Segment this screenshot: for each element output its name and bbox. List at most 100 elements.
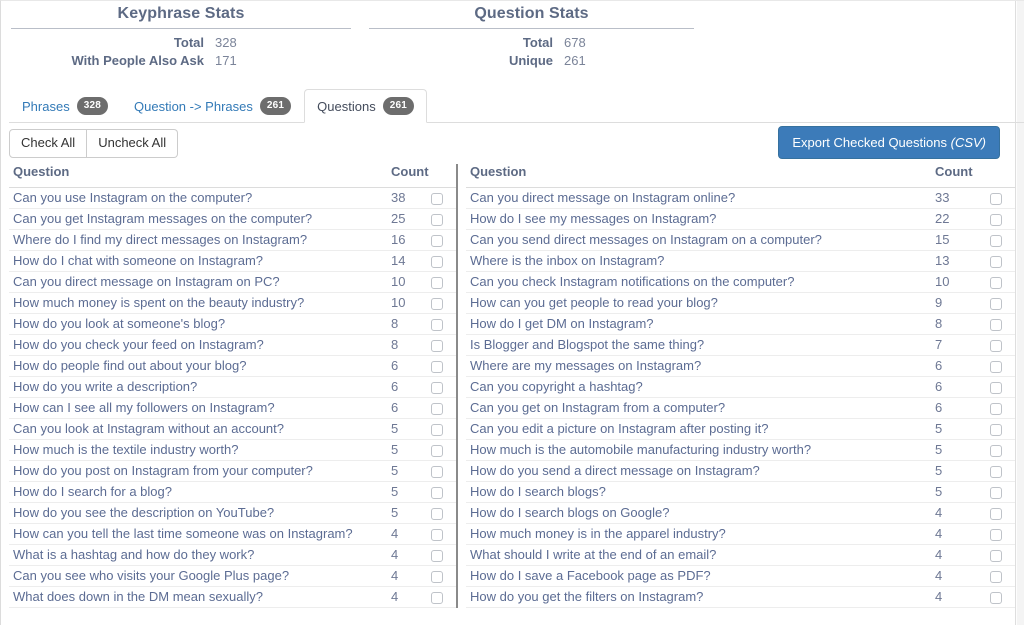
question-checkbox[interactable] [990,444,1002,457]
question-link[interactable]: Can you look at Instagram without an acc… [13,421,284,436]
question-checkbox[interactable] [990,318,1002,331]
question-checkbox[interactable] [990,297,1002,310]
question-link[interactable]: Can you get on Instagram from a computer… [470,400,725,415]
question-checkbox[interactable] [990,213,1002,226]
question-link[interactable]: Can you edit a picture on Instagram afte… [470,421,768,436]
question-link[interactable]: What should I write at the end of an ema… [470,547,716,562]
question-checkbox[interactable] [431,528,443,541]
vertical-scrollbar[interactable] [1015,1,1024,625]
question-checkbox[interactable] [431,570,443,583]
tab-questions[interactable]: Questions 261 [304,89,428,123]
question-checkbox[interactable] [990,423,1002,436]
question-link[interactable]: Can you direct message on Instagram on P… [13,274,280,289]
question-checkbox[interactable] [431,507,443,520]
question-checkbox[interactable] [990,591,1002,604]
stats-label: Total [522,35,553,50]
question-link[interactable]: Where is the inbox on Instagram? [470,253,664,268]
question-checkbox[interactable] [990,528,1002,541]
question-cell: How do people find out about your blog? [9,355,387,377]
tab-phrases[interactable]: Phrases 328 [9,89,121,123]
question-checkbox[interactable] [431,297,443,310]
question-checkbox[interactable] [990,381,1002,394]
question-link[interactable]: How do you post on Instagram from your c… [13,463,313,478]
check-all-button[interactable]: Check All [9,129,88,158]
question-checkbox[interactable] [431,549,443,562]
question-checkbox[interactable] [990,570,1002,583]
question-link[interactable]: How do you check your feed on Instagram? [13,337,264,352]
question-checkbox[interactable] [431,339,443,352]
question-link[interactable]: How do you look at someone's blog? [13,316,225,331]
question-checkbox[interactable] [990,339,1002,352]
question-cell: Is good day a formal greeting? [466,607,931,608]
question-link[interactable]: Can you send direct messages on Instagra… [470,232,822,247]
question-checkbox[interactable] [990,465,1002,478]
question-checkbox[interactable] [990,234,1002,247]
question-link[interactable]: What is a hashtag and how do they work? [13,547,254,562]
question-link[interactable]: How do I see my messages on Instagram? [470,211,716,226]
question-checkbox[interactable] [431,192,443,205]
question-link[interactable]: Can you use Instagram on the computer? [13,190,252,205]
question-checkbox[interactable] [431,423,443,436]
question-link[interactable]: Where are my messages on Instagram? [470,358,701,373]
question-checkbox[interactable] [431,591,443,604]
question-link[interactable]: How do you write a description? [13,379,197,394]
question-link[interactable]: Can you see who visits your Google Plus … [13,568,289,583]
question-checkbox[interactable] [990,486,1002,499]
question-checkbox[interactable] [431,402,443,415]
question-checkbox[interactable] [990,507,1002,520]
question-checkbox[interactable] [431,213,443,226]
question-link[interactable]: How can you get people to read your blog… [470,295,718,310]
question-link[interactable]: Can you get Instagram messages on the co… [13,211,312,226]
question-checkbox[interactable] [990,360,1002,373]
question-checkbox[interactable] [431,360,443,373]
header-checkbox [427,164,456,188]
count-cell: 6 [387,376,427,398]
question-link[interactable]: Can you check Instagram notifications on… [470,274,794,289]
question-link[interactable]: How much money is spent on the beauty in… [13,295,304,310]
question-link[interactable]: How do I chat with someone on Instagram? [13,253,263,268]
question-link[interactable]: How do people find out about your blog? [13,358,246,373]
question-link[interactable]: How do I search for a blog? [13,484,172,499]
count-cell: 38 [387,187,427,209]
question-link[interactable]: How do I search blogs on Google? [470,505,669,520]
question-link[interactable]: How do I search blogs? [470,484,606,499]
question-link[interactable]: Can you copyright a hashtag? [470,379,643,394]
question-link[interactable]: How do I save a Facebook page as PDF? [470,568,711,583]
question-checkbox[interactable] [431,444,443,457]
question-checkbox[interactable] [431,486,443,499]
question-checkbox[interactable] [990,402,1002,415]
question-link[interactable]: Where do I find my direct messages on In… [13,232,307,247]
question-checkbox[interactable] [990,255,1002,268]
question-checkbox[interactable] [431,465,443,478]
checkbox-cell [427,250,456,272]
question-link[interactable]: Is Blogger and Blogspot the same thing? [470,337,704,352]
question-checkbox[interactable] [431,234,443,247]
question-link[interactable]: How do I get DM on Instagram? [470,316,654,331]
question-checkbox[interactable] [990,549,1002,562]
question-link[interactable]: What does down in the DM mean sexually? [13,589,263,604]
question-link[interactable]: How much is the automobile manufacturing… [470,442,811,457]
checkbox-cell [986,607,1016,608]
questions-tables: Question Count Can you use Instagram on … [1,164,1024,608]
count-cell: 5 [931,481,986,503]
question-link[interactable]: How do you get the filters on Instagram? [470,589,703,604]
question-link[interactable]: How do you send a direct message on Inst… [470,463,760,478]
question-checkbox[interactable] [431,318,443,331]
question-link[interactable]: Can you direct message on Instagram onli… [470,190,735,205]
checkbox-cell [986,355,1016,377]
question-cell: How do I get DM on Instagram? [466,313,931,335]
question-checkbox[interactable] [431,255,443,268]
question-link[interactable]: How do you see the description on YouTub… [13,505,274,520]
question-link[interactable]: How much is the textile industry worth? [13,442,238,457]
question-link[interactable]: How can I see all my followers on Instag… [13,400,275,415]
question-link[interactable]: How much money is in the apparel industr… [470,526,726,541]
scrollbar-thumb[interactable] [1017,1,1024,625]
uncheck-all-button[interactable]: Uncheck All [87,129,179,158]
tab-question-phrases[interactable]: Question -> Phrases 261 [121,89,304,123]
question-checkbox[interactable] [431,276,443,289]
question-link[interactable]: How can you tell the last time someone w… [13,526,353,541]
question-checkbox[interactable] [990,192,1002,205]
question-checkbox[interactable] [990,276,1002,289]
export-checked-questions-button[interactable]: Export Checked Questions (CSV) [778,126,1000,159]
question-checkbox[interactable] [431,381,443,394]
